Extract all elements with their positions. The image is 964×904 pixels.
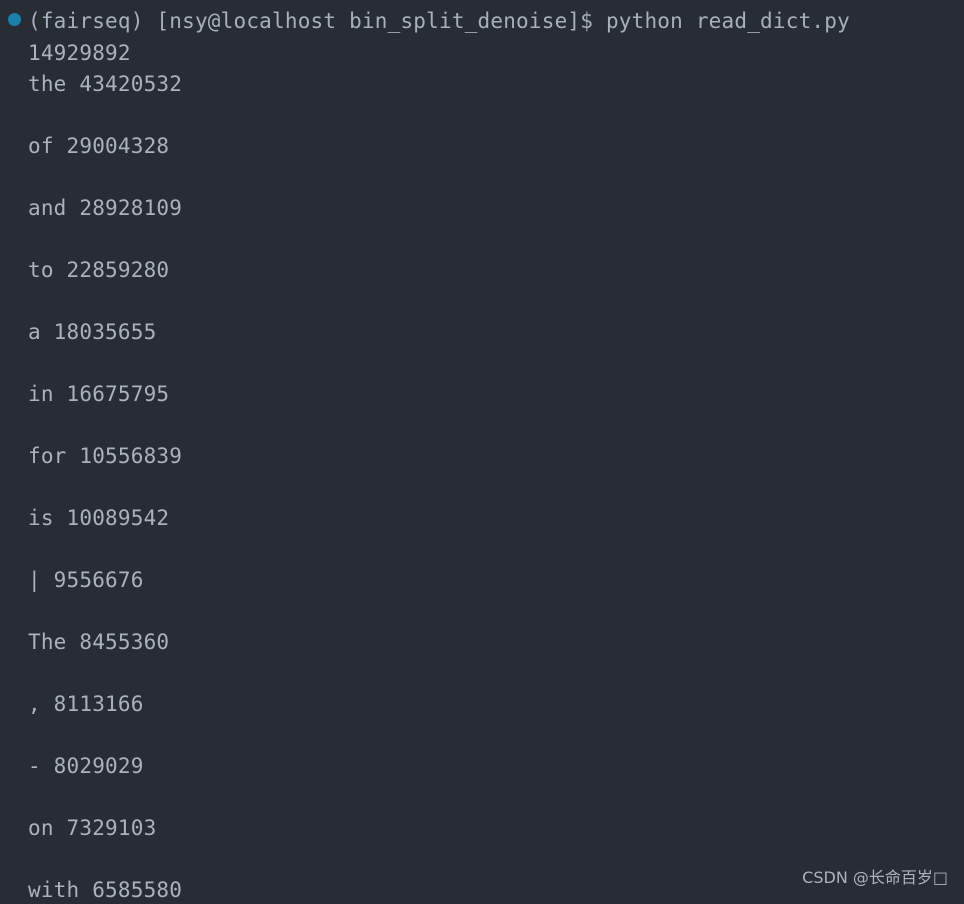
status-dot-icon (8, 13, 21, 26)
terminal-output-line: The 8455360 (28, 630, 170, 654)
terminal-output-line: of 29004328 (28, 134, 170, 158)
terminal-window[interactable]: (fairseq) [nsy@localhost bin_split_denoi… (0, 0, 964, 904)
terminal-output-line: , 8113166 (28, 692, 144, 716)
csdn-watermark: CSDN @长命百岁□ (802, 868, 948, 887)
terminal-output-line: 14929892 (28, 41, 131, 65)
terminal-output-line: and 28928109 (28, 196, 183, 220)
terminal-output-line: on 7329103 (28, 816, 157, 840)
terminal-output-line: in 16675795 (28, 382, 170, 406)
terminal-output-line: the 43420532 (28, 72, 183, 96)
terminal-output-line: is 10089542 (28, 506, 170, 530)
terminal-prompt-line: (fairseq) [nsy@localhost bin_split_denoi… (28, 9, 850, 33)
terminal-output-line: for 10556839 (28, 444, 183, 468)
terminal-output-line: | 9556676 (28, 568, 144, 592)
terminal-output-line: a 18035655 (28, 320, 157, 344)
terminal-output-line: to 22859280 (28, 258, 170, 282)
terminal-output-line: - 8029029 (28, 754, 144, 778)
terminal-output-line: with 6585580 (28, 878, 183, 902)
